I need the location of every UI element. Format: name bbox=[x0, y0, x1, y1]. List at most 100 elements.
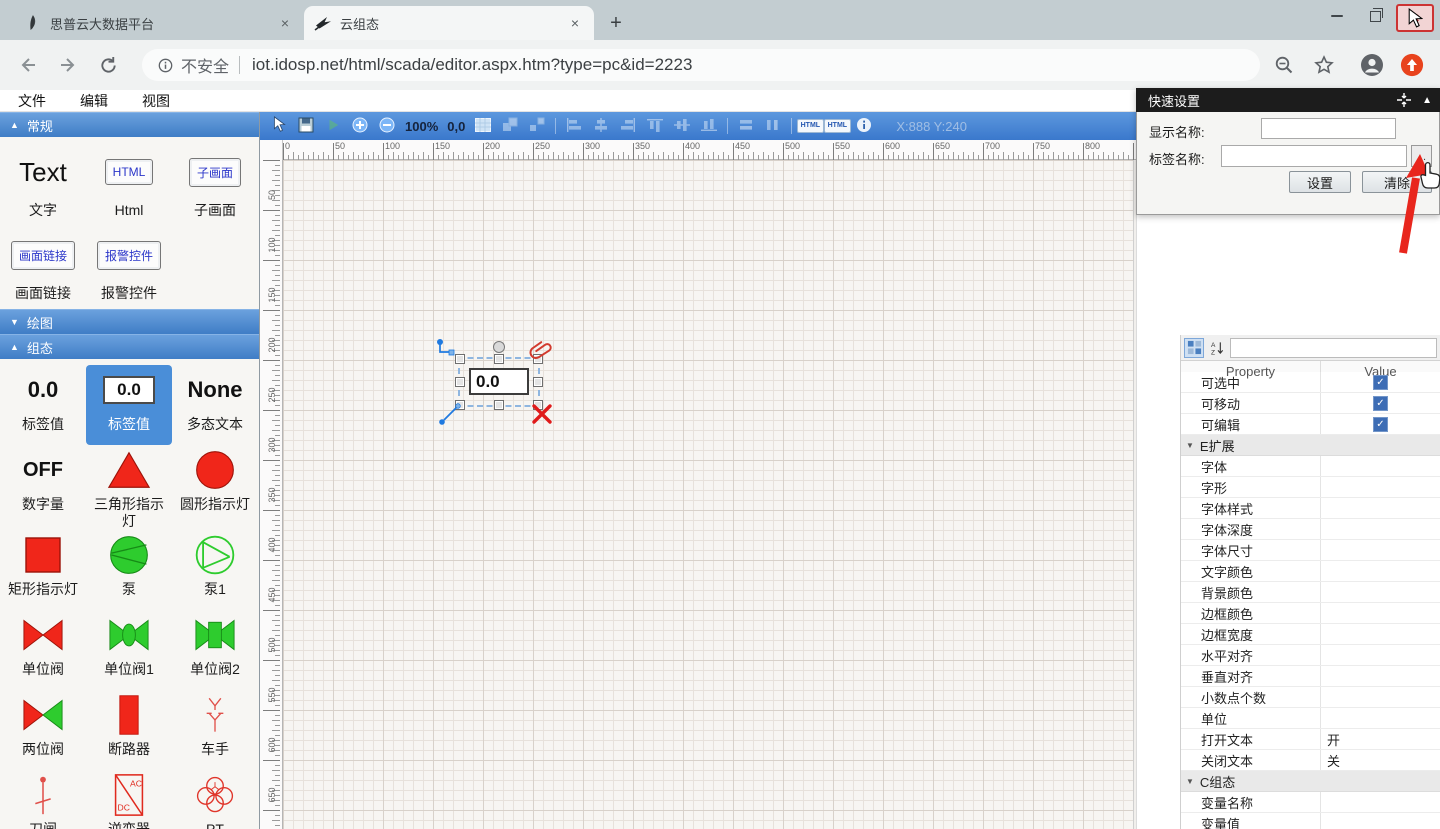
palette-item-subscreen-widget[interactable]: 子画面子画面 bbox=[172, 143, 258, 226]
same-height-button[interactable] bbox=[764, 117, 782, 135]
categorized-view-button[interactable] bbox=[1184, 338, 1204, 358]
property-row[interactable]: 字体深度 bbox=[1181, 519, 1440, 540]
menu-item[interactable]: 编辑 bbox=[80, 91, 108, 111]
property-value[interactable] bbox=[1321, 687, 1440, 707]
property-row[interactable]: 边框宽度 bbox=[1181, 624, 1440, 645]
forward-button[interactable] bbox=[56, 53, 80, 77]
property-value[interactable] bbox=[1321, 477, 1440, 497]
checkbox-checked-icon[interactable]: ✓ bbox=[1373, 417, 1388, 432]
address-bar[interactable]: 不安全 iot.idosp.net/html/scada/editor.aspx… bbox=[142, 49, 1260, 81]
menu-item[interactable]: 文件 bbox=[18, 91, 46, 111]
property-row[interactable]: 变量名称 bbox=[1181, 792, 1440, 813]
property-search-box[interactable] bbox=[1230, 338, 1437, 358]
display-name-input[interactable] bbox=[1261, 118, 1396, 139]
attach-button[interactable] bbox=[530, 338, 552, 365]
palette-item-pt[interactable]: PT bbox=[172, 770, 258, 829]
set-button[interactable]: 设置 bbox=[1289, 171, 1351, 193]
property-value[interactable] bbox=[1321, 624, 1440, 644]
align-middle-button[interactable] bbox=[673, 117, 691, 135]
property-value[interactable] bbox=[1321, 561, 1440, 581]
property-value[interactable] bbox=[1321, 708, 1440, 728]
zoom-in-button[interactable] bbox=[351, 117, 369, 135]
property-row[interactable]: 变量值 bbox=[1181, 813, 1440, 829]
zoom-out-page-button[interactable] bbox=[1272, 53, 1296, 77]
property-row[interactable]: 小数点个数 bbox=[1181, 687, 1440, 708]
palette-item-rect-indicator[interactable]: 矩形指示灯 bbox=[0, 530, 86, 610]
checkbox-checked-icon[interactable]: ✓ bbox=[1373, 396, 1388, 411]
property-value[interactable]: ✓ bbox=[1321, 393, 1440, 413]
browser-tab[interactable]: 云组态× bbox=[304, 6, 594, 40]
link-handle[interactable] bbox=[438, 402, 462, 429]
palette-item-pump[interactable]: 泵 bbox=[86, 530, 172, 610]
palette-item-alarm-widget[interactable]: 报警控件报警控件 bbox=[86, 226, 172, 309]
run-button[interactable] bbox=[324, 117, 342, 135]
palette-item-text-widget[interactable]: Text文字 bbox=[0, 143, 86, 226]
palette-item-tag-value[interactable]: 0.0标签值 bbox=[0, 365, 86, 445]
save-button[interactable] bbox=[297, 117, 315, 135]
new-tab-button[interactable]: + bbox=[602, 9, 630, 37]
tab-close-icon[interactable]: × bbox=[276, 14, 294, 32]
property-value[interactable] bbox=[1321, 792, 1440, 812]
selection-handle[interactable] bbox=[494, 354, 504, 364]
property-value[interactable]: ✓ bbox=[1321, 372, 1440, 392]
property-value[interactable] bbox=[1321, 519, 1440, 539]
property-row[interactable]: 字体样式 bbox=[1181, 498, 1440, 519]
zoom-out-button[interactable] bbox=[378, 117, 396, 135]
selected-tag-value-widget[interactable]: 0.0 bbox=[469, 368, 529, 395]
palette-item-circle-indicator[interactable]: 圆形指示灯 bbox=[172, 445, 258, 530]
palette-item-valve[interactable]: 单位阀 bbox=[0, 610, 86, 690]
html-edit-button[interactable]: HTML bbox=[801, 117, 819, 135]
property-value[interactable] bbox=[1321, 603, 1440, 623]
palette-section-drawing[interactable]: ▼绘图 bbox=[0, 309, 259, 334]
selection-handle[interactable] bbox=[533, 377, 543, 387]
property-value[interactable]: 开 bbox=[1321, 729, 1440, 749]
palette-item-handcar[interactable]: 车手 bbox=[172, 690, 258, 770]
design-canvas[interactable]: 0.0 bbox=[283, 160, 1133, 829]
palette-item-knife-switch[interactable]: 刀闸 bbox=[0, 770, 86, 829]
property-row[interactable]: 字体 bbox=[1181, 456, 1440, 477]
browser-update-button[interactable] bbox=[1400, 53, 1424, 77]
sort-alpha-button[interactable]: AZ bbox=[1207, 338, 1227, 358]
selection-handle[interactable] bbox=[455, 377, 465, 387]
palette-item-two-way-valve[interactable]: 两位阀 bbox=[0, 690, 86, 770]
collapse-triangle-icon[interactable]: ▲ bbox=[1422, 95, 1432, 106]
profile-button[interactable] bbox=[1360, 53, 1384, 77]
palette-item-screen-link-widget[interactable]: 画面链接画面链接 bbox=[0, 226, 86, 309]
property-row[interactable]: 可移动✓ bbox=[1181, 393, 1440, 414]
property-row[interactable]: 文字颜色 bbox=[1181, 561, 1440, 582]
property-row[interactable]: 可选中✓ bbox=[1181, 372, 1440, 393]
canvas-settings-button[interactable] bbox=[474, 117, 492, 135]
palette-item-valve1[interactable]: 单位阀1 bbox=[86, 610, 172, 690]
palette-item-multistate-text[interactable]: None多态文本 bbox=[172, 365, 258, 445]
palette-item-inverter[interactable]: ACDC逆变器 bbox=[86, 770, 172, 829]
rotate-handle[interactable] bbox=[493, 341, 505, 353]
property-value[interactable] bbox=[1321, 813, 1440, 829]
connect-handle[interactable] bbox=[435, 337, 457, 362]
property-row[interactable]: 水平对齐 bbox=[1181, 645, 1440, 666]
palette-item-breaker[interactable]: 断路器 bbox=[86, 690, 172, 770]
align-left-button[interactable] bbox=[565, 117, 583, 135]
property-value[interactable] bbox=[1321, 540, 1440, 560]
collapse-icon[interactable] bbox=[1396, 92, 1412, 108]
palette-item-digital-value[interactable]: OFF数字量 bbox=[0, 445, 86, 530]
menu-item[interactable]: 视图 bbox=[142, 91, 170, 111]
property-row[interactable]: 字形 bbox=[1181, 477, 1440, 498]
bookmark-button[interactable] bbox=[1312, 53, 1336, 77]
ungroup-button[interactable] bbox=[528, 117, 546, 135]
reload-button[interactable] bbox=[96, 53, 120, 77]
property-row[interactable]: 打开文本开 bbox=[1181, 729, 1440, 750]
property-value[interactable] bbox=[1321, 666, 1440, 686]
property-row[interactable]: 边框颜色 bbox=[1181, 603, 1440, 624]
palette-section-general[interactable]: ▲常规 bbox=[0, 112, 259, 137]
select-tool-button[interactable] bbox=[270, 117, 288, 135]
url-text[interactable]: iot.idosp.net/html/scada/editor.aspx.htm… bbox=[252, 55, 692, 75]
property-value[interactable] bbox=[1321, 498, 1440, 518]
quick-settings-header[interactable]: 快速设置 ▲ bbox=[1136, 88, 1440, 112]
palette-item-triangle-indicator[interactable]: 三角形指示灯 bbox=[86, 445, 172, 530]
align-bottom-button[interactable] bbox=[700, 117, 718, 135]
property-category-row[interactable]: ▼E扩展 bbox=[1181, 435, 1440, 456]
align-center-button[interactable] bbox=[592, 117, 610, 135]
palette-item-pump1[interactable]: 泵1 bbox=[172, 530, 258, 610]
restore-button[interactable] bbox=[1358, 4, 1392, 28]
tab-close-icon[interactable]: × bbox=[566, 14, 584, 32]
